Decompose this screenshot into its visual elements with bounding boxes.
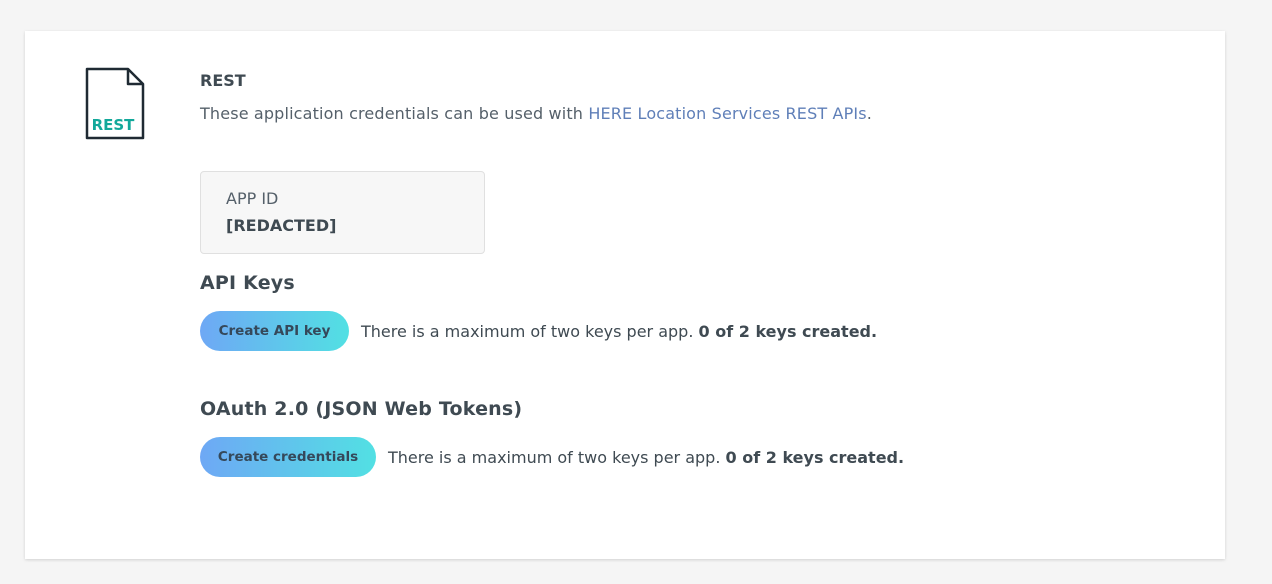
oauth-row: Create credentials There is a maximum of… <box>200 437 904 477</box>
oauth-limit-text: There is a maximum of two keys per app. <box>388 447 721 467</box>
section-title: REST <box>200 71 246 90</box>
credentials-card: REST REST These application credentials … <box>25 31 1225 559</box>
section-description: These application credentials can be use… <box>200 104 872 123</box>
rest-apis-link[interactable]: HERE Location Services REST APIs <box>588 104 866 123</box>
oauth-heading: OAuth 2.0 (JSON Web Tokens) <box>200 398 523 420</box>
rest-icon-label: REST <box>92 116 136 134</box>
app-id-label: APP ID <box>226 189 279 208</box>
api-keys-row: Create API key There is a maximum of two… <box>200 311 877 351</box>
rest-document-icon: REST <box>84 67 146 141</box>
description-period: . <box>866 104 873 123</box>
app-id-box: APP ID [REDACTED] <box>200 171 485 254</box>
oauth-note: There is a maximum of two keys per app. … <box>388 448 904 467</box>
description-text: These application credentials can be use… <box>200 104 589 123</box>
oauth-count: 0 of 2 keys created. <box>725 447 905 467</box>
app-id-value[interactable]: [REDACTED] <box>226 216 336 235</box>
api-keys-limit-text: There is a maximum of two keys per app. <box>361 321 694 341</box>
api-keys-count: 0 of 2 keys created. <box>698 321 878 341</box>
api-keys-note: There is a maximum of two keys per app. … <box>361 322 877 341</box>
api-keys-heading: API Keys <box>200 272 295 294</box>
create-credentials-button[interactable]: Create credentials <box>200 437 376 477</box>
create-api-key-button[interactable]: Create API key <box>200 311 349 351</box>
